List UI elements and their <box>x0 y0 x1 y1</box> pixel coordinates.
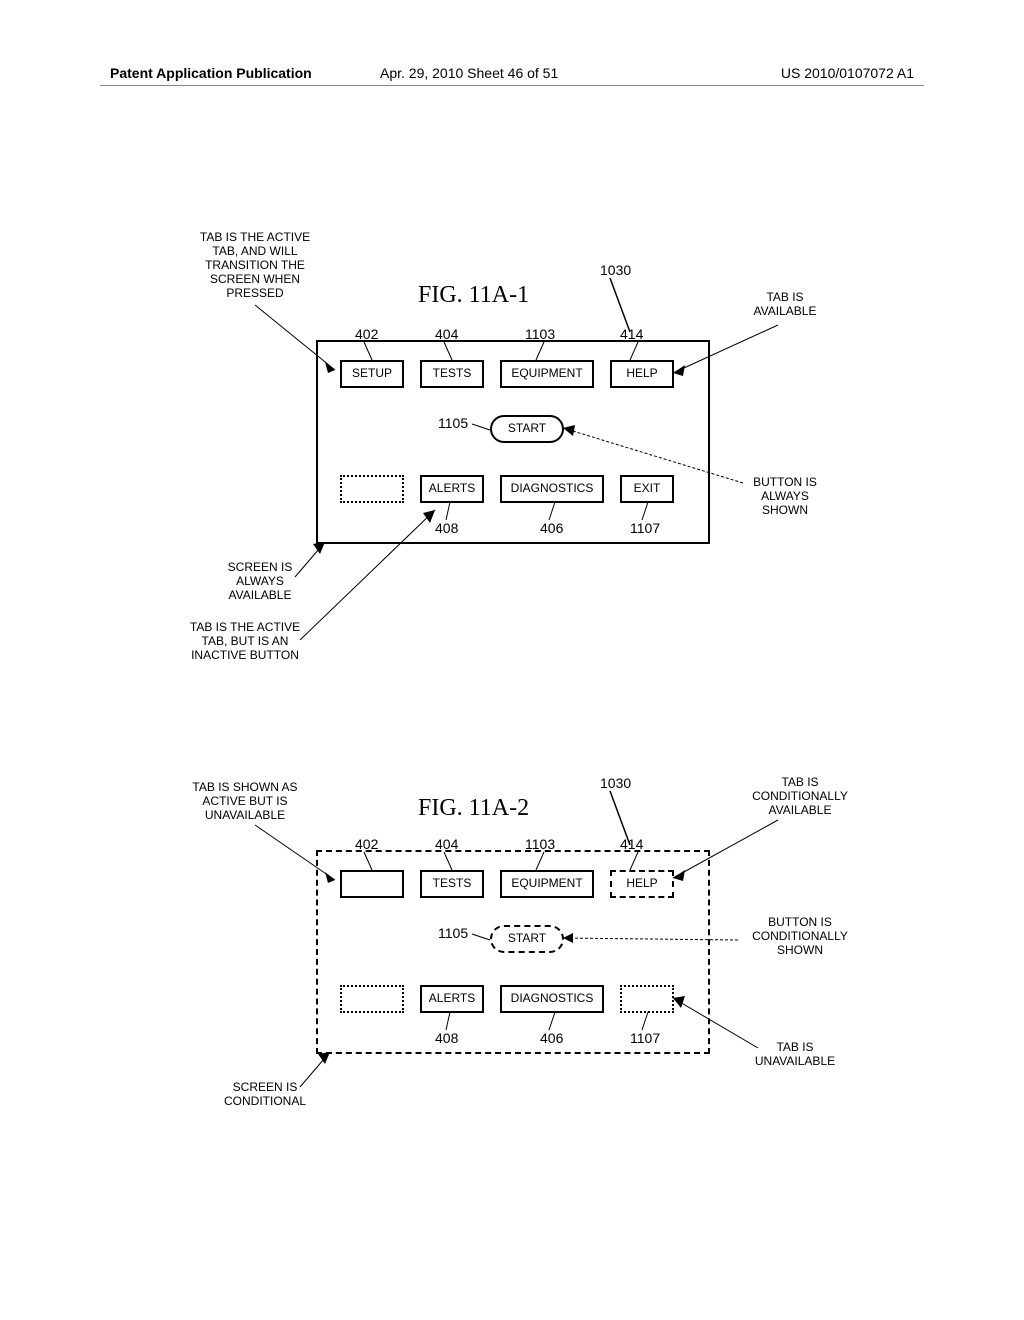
fig2-title: FIG. 11A-2 <box>418 795 529 822</box>
fig2-ref-panel: 1030 <box>600 775 631 791</box>
fig2-ref-408: 408 <box>435 1030 458 1046</box>
fig1-note-tab-available: TAB IS AVAILABLE <box>740 290 830 318</box>
header-rule <box>100 85 924 86</box>
fig2-tab-setup-blank <box>340 870 404 898</box>
fig2-tick-414 <box>624 852 644 872</box>
fig2-ref-414: 414 <box>620 836 643 852</box>
fig2-note-shown-active-arrow <box>255 825 345 885</box>
fig1-note-tab-avail-arrow <box>673 325 783 375</box>
fig1-ref-panel: 1030 <box>600 262 631 278</box>
fig2-ref-406: 406 <box>540 1030 563 1046</box>
fig1-note-button-always-arrow <box>563 428 743 488</box>
fig1-ref-402: 402 <box>355 326 378 342</box>
fig2-ref-404: 404 <box>435 836 458 852</box>
fig1-tick-408 <box>446 502 466 522</box>
fig2-note-cond-avail-arrow <box>673 820 783 880</box>
fig1-ref-404: 404 <box>435 326 458 342</box>
fig1-bottom-blank <box>340 475 404 503</box>
fig1-note-active-tab: TAB IS THE ACTIVE TAB, AND WILL TRANSITI… <box>190 230 320 300</box>
fig2-bottom-blank-left <box>340 985 404 1013</box>
fig1-note-inactive-button: TAB IS THE ACTIVE TAB, BUT IS AN INACTIV… <box>175 620 315 662</box>
fig2-ref-1105: 1105 <box>438 925 468 941</box>
fig1-note-inactive-arrow <box>300 510 440 650</box>
fig2-tick-406 <box>555 1012 575 1032</box>
fig2-note-shown-active-unavail: TAB IS SHOWN AS ACTIVE BUT IS UNAVAILABL… <box>180 780 310 822</box>
fig1-tick-1105 <box>472 420 492 432</box>
fig2-note-button-cond-arrow <box>563 935 743 945</box>
fig1-tab-equipment[interactable]: EQUIPMENT <box>500 360 594 388</box>
fig1-tick-404 <box>438 342 458 362</box>
fig2-note-cond-avail: TAB IS CONDITIONALLY AVAILABLE <box>740 775 860 817</box>
fig1-tab-tests[interactable]: TESTS <box>420 360 484 388</box>
fig1-tick-1107 <box>648 502 668 522</box>
fig2-tick-404 <box>438 852 458 872</box>
fig2-tab-tests[interactable]: TESTS <box>420 870 484 898</box>
fig1-note-button-always: BUTTON IS ALWAYS SHOWN <box>740 475 830 517</box>
fig2-tick-408 <box>446 1012 466 1032</box>
fig2-tick-1107 <box>648 1012 668 1032</box>
fig1-title: FIG. 11A-1 <box>418 282 529 309</box>
fig1-ref-414: 414 <box>620 326 643 342</box>
fig2-tab-equipment[interactable]: EQUIPMENT <box>500 870 594 898</box>
fig2-ref-1103: 1103 <box>525 836 555 852</box>
fig2-tick-1103 <box>530 852 550 872</box>
fig2-ref-402: 402 <box>355 836 378 852</box>
fig1-note-active-arrow <box>255 305 345 375</box>
fig2-tab-alerts[interactable]: ALERTS <box>420 985 484 1013</box>
fig1-ref-1105: 1105 <box>438 415 468 431</box>
fig1-ref-1107: 1107 <box>630 520 660 536</box>
fig2-bottom-blank-exit <box>620 985 674 1013</box>
fig1-ref-406: 406 <box>540 520 563 536</box>
fig1-tab-setup[interactable]: SETUP <box>340 360 404 388</box>
fig2-tab-help[interactable]: HELP <box>610 870 674 898</box>
fig1-tick-406 <box>555 502 575 522</box>
fig2-tick-402 <box>358 852 378 872</box>
fig2-note-tab-unavail-arrow <box>673 998 763 1053</box>
header-left: Patent Application Publication <box>110 65 312 81</box>
fig1-start-button[interactable]: START <box>490 415 564 443</box>
fig2-note-screen-cond-arrow <box>300 1052 340 1092</box>
fig1-tick-1103 <box>530 342 550 362</box>
fig2-tick-1105 <box>472 930 492 942</box>
fig2-note-button-cond: BUTTON IS CONDITIONALLY SHOWN <box>740 915 860 957</box>
fig1-ref-1103: 1103 <box>525 326 555 342</box>
fig1-tick-414 <box>624 342 644 362</box>
header-right: US 2010/0107072 A1 <box>781 65 914 81</box>
fig2-tab-diagnostics[interactable]: DIAGNOSTICS <box>500 985 604 1013</box>
fig1-tick-402 <box>358 342 378 362</box>
fig1-tab-alerts[interactable]: ALERTS <box>420 475 484 503</box>
fig2-start-button[interactable]: START <box>490 925 564 953</box>
header-mid: Apr. 29, 2010 Sheet 46 of 51 <box>380 65 558 81</box>
fig1-tab-help[interactable]: HELP <box>610 360 674 388</box>
fig2-ref-1107: 1107 <box>630 1030 660 1046</box>
